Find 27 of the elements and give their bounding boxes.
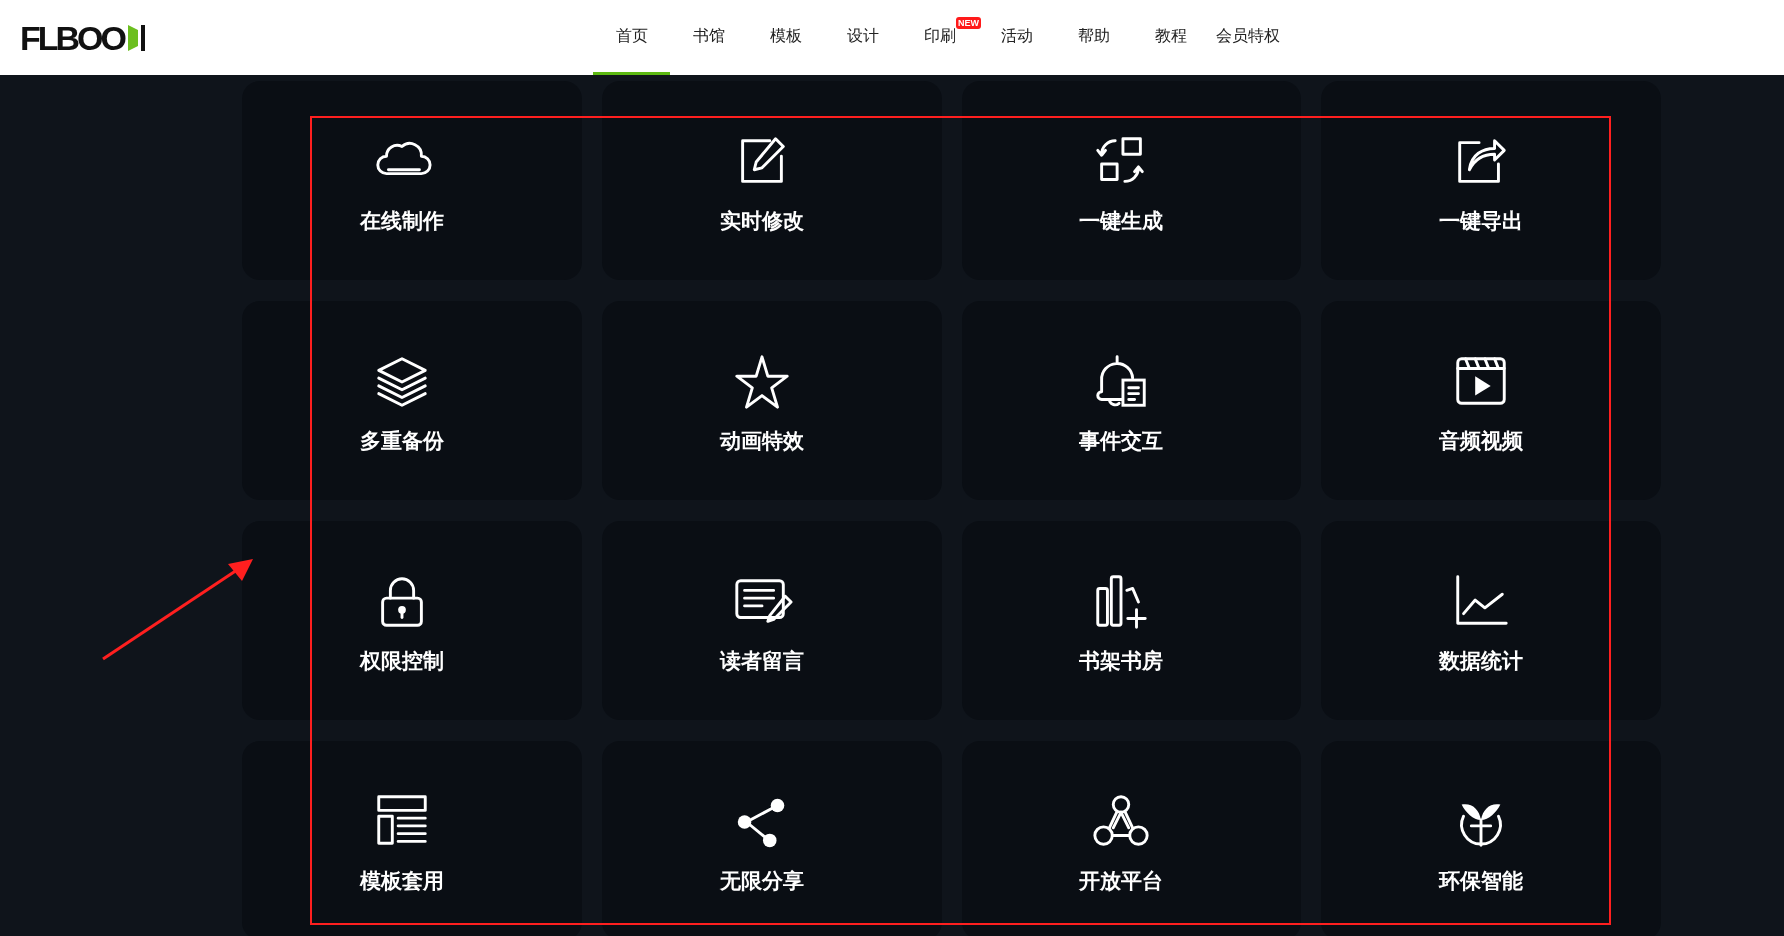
feature-label: 一键生成 bbox=[1079, 208, 1164, 234]
feature-label: 事件交互 bbox=[1079, 428, 1164, 454]
nav-link[interactable]: 书馆 bbox=[670, 0, 747, 75]
new-badge: NEW bbox=[956, 17, 981, 29]
feature-label: 在线制作 bbox=[359, 208, 444, 234]
nav-link[interactable]: 印刷 NEW bbox=[901, 0, 978, 75]
nav-link[interactable]: 首页 bbox=[593, 0, 670, 75]
feature-label: 数据统计 bbox=[1439, 648, 1524, 674]
feature-label: 书架书房 bbox=[1079, 648, 1164, 674]
logo-text: FLBOO bbox=[20, 20, 124, 55]
feature-label: 实时修改 bbox=[719, 208, 804, 234]
nav-link[interactable]: 活动 bbox=[978, 0, 1055, 75]
nav-link[interactable]: 帮助 bbox=[1055, 0, 1132, 75]
feature-label: 模板套用 bbox=[359, 868, 444, 894]
feature-label: 权限控制 bbox=[359, 648, 444, 674]
feature-label: 读者留言 bbox=[719, 648, 804, 674]
feature-label: 音频视频 bbox=[1439, 428, 1524, 454]
feature-label: 多重备份 bbox=[359, 428, 444, 454]
nav-link[interactable]: 会员特权 bbox=[1209, 0, 1286, 75]
feature-label: 开放平台 bbox=[1079, 868, 1164, 894]
nav-link[interactable]: 模板 bbox=[747, 0, 824, 75]
feature-label: 动画特效 bbox=[719, 428, 804, 454]
feature-label: 环保智能 bbox=[1439, 868, 1524, 894]
feature-label: 无限分享 bbox=[719, 868, 804, 894]
feature-label: 一键导出 bbox=[1439, 208, 1524, 234]
nav-link[interactable]: 教程 bbox=[1132, 0, 1209, 75]
nav-link[interactable]: 设计 bbox=[824, 0, 901, 75]
